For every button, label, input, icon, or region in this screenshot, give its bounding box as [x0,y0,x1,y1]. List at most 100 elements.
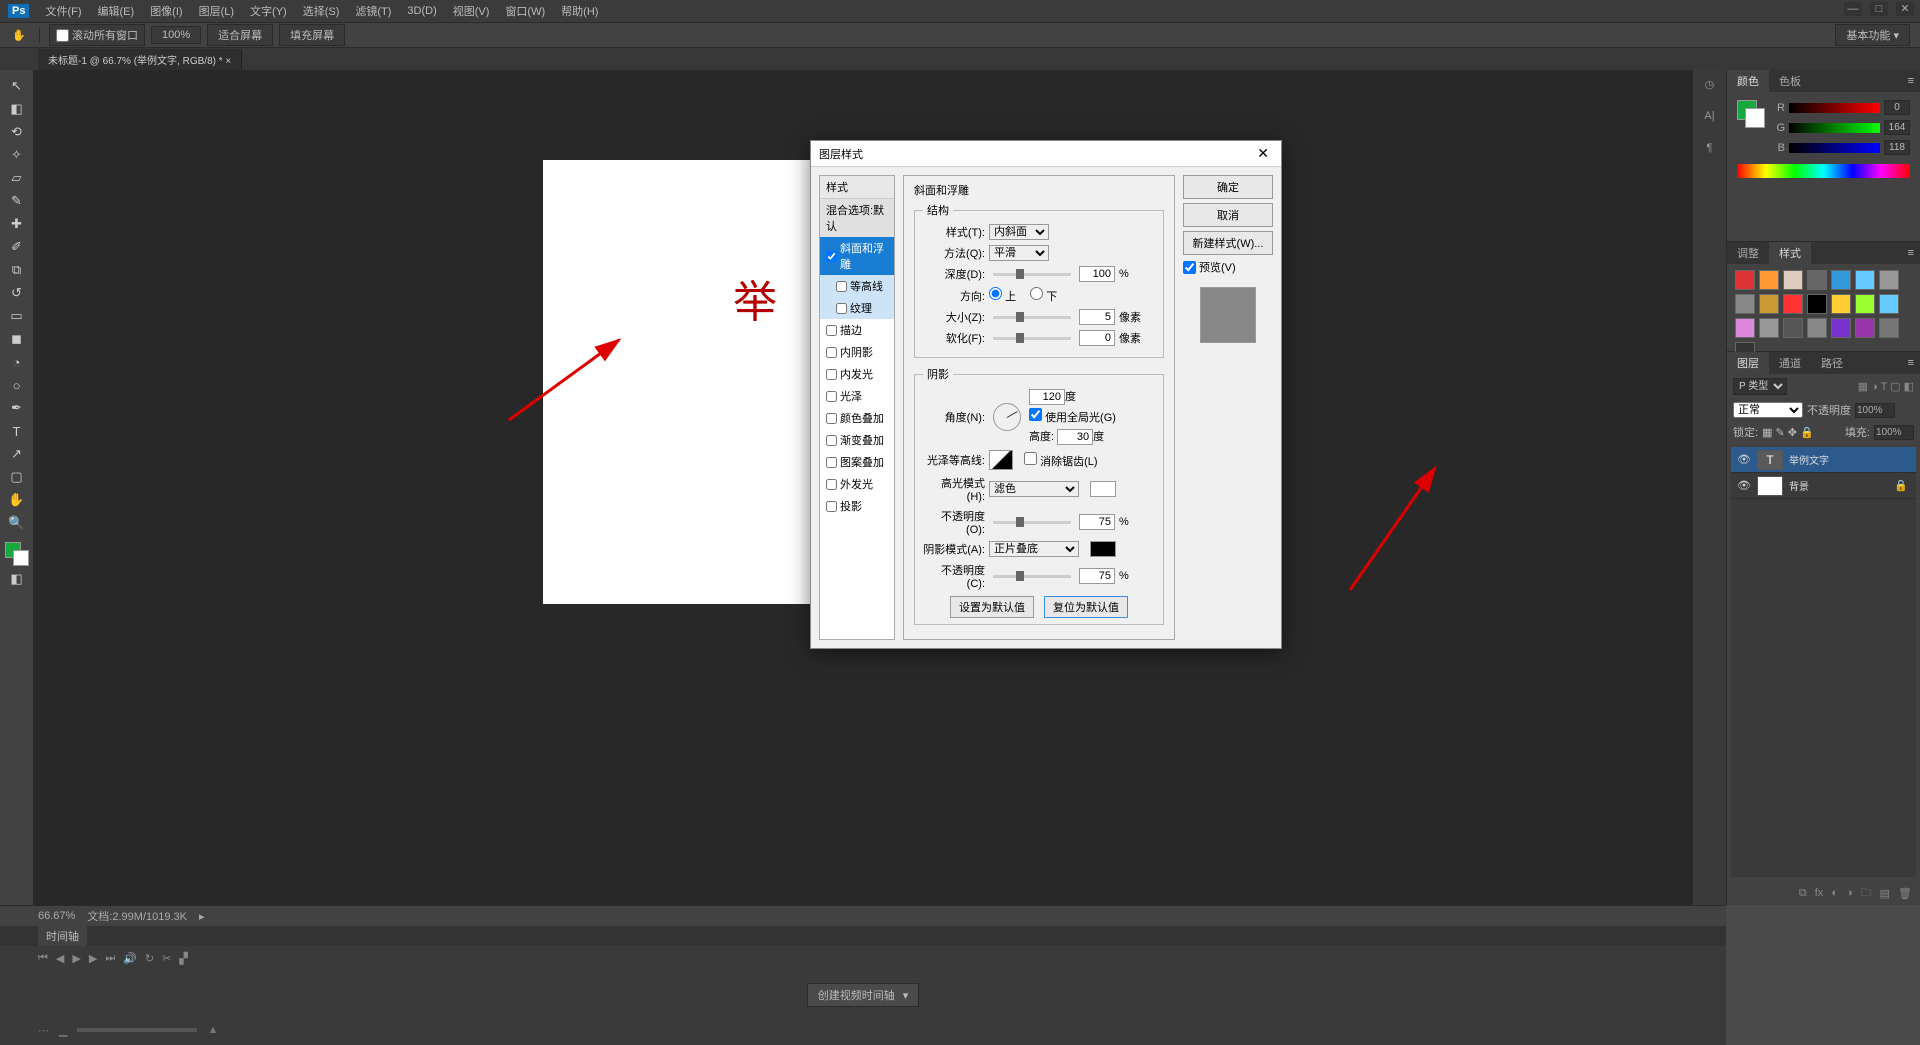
style-swatch[interactable] [1855,294,1875,314]
tab-layers[interactable]: 图层 [1727,352,1769,374]
visibility-icon[interactable]: 👁 [1737,479,1751,492]
character-panel-icon[interactable]: A| [1699,110,1721,132]
maximize-icon[interactable]: □ [1870,2,1888,16]
opacity-input[interactable] [1855,403,1895,418]
transition-icon[interactable]: ▞ [179,952,187,965]
style-swatch[interactable] [1735,270,1755,290]
angle-input[interactable] [1029,389,1065,405]
soften-slider[interactable] [993,337,1071,340]
gradient-tool-icon[interactable]: ◼ [5,329,29,349]
fit-screen-button[interactable]: 适合屏幕 [207,24,273,46]
style-checkbox[interactable] [826,479,837,490]
hl-opacity-slider[interactable] [993,521,1071,524]
shadow-mode-select[interactable]: 正片叠底 [989,541,1079,557]
highlight-mode-select[interactable]: 滤色 [989,481,1079,497]
style-item[interactable]: 光泽 [820,385,894,407]
style-swatch[interactable] [1831,318,1851,338]
adjust-icon[interactable]: ◑ [1846,887,1853,899]
menu-edit[interactable]: 编辑(E) [90,0,143,22]
ok-button[interactable]: 确定 [1183,175,1273,199]
style-swatch[interactable] [1831,270,1851,290]
last-frame-icon[interactable]: ⏭ [105,952,115,965]
style-checkbox[interactable] [826,413,837,424]
style-checkbox[interactable] [836,303,847,314]
blur-tool-icon[interactable]: ◔ [5,352,29,372]
style-item[interactable]: 图案叠加 [820,451,894,473]
filter-icons[interactable]: ▦ ◑ T ▢ ◧ [1858,380,1914,393]
crop-tool-icon[interactable]: ▱ [5,168,29,188]
soften-input[interactable] [1079,330,1115,346]
tab-adjust[interactable]: 调整 [1727,242,1769,264]
style-swatch[interactable] [1783,270,1803,290]
menu-filter[interactable]: 滤镜(T) [347,0,399,22]
fill-screen-button[interactable]: 填充屏幕 [279,24,345,46]
tab-timeline[interactable]: 时间轴 [38,926,87,946]
angle-widget[interactable] [993,403,1021,431]
depth-input[interactable] [1079,266,1115,282]
menu-3d[interactable]: 3D(D) [399,2,444,20]
altitude-input[interactable] [1057,429,1093,445]
layer-item-text[interactable]: 👁 T 举例文字 [1731,447,1916,473]
style-swatch[interactable] [1807,270,1827,290]
zoom-tool-icon[interactable]: 🔍 [5,513,29,533]
method-select[interactable]: 平滑 [989,245,1049,261]
style-checkbox[interactable] [826,435,837,446]
style-item[interactable]: 外发光 [820,473,894,495]
zoom-100-button[interactable]: 100% [151,26,201,44]
style-swatch[interactable] [1879,270,1899,290]
wand-tool-icon[interactable]: ✧ [5,145,29,165]
style-swatch[interactable] [1783,294,1803,314]
layer-filter-select[interactable]: P 类型 [1733,378,1787,395]
move-tool-icon[interactable]: ↖ [5,76,29,96]
blend-mode-select[interactable]: 正常 [1733,402,1803,418]
style-select[interactable]: 内斜面 [989,224,1049,240]
dodge-tool-icon[interactable]: ○ [5,375,29,395]
style-item[interactable]: 等高线 [820,275,894,297]
tab-swatches[interactable]: 色板 [1769,70,1811,92]
highlight-color[interactable] [1090,481,1116,497]
style-swatch[interactable] [1735,294,1755,314]
fill-input[interactable] [1874,425,1914,440]
style-swatch[interactable] [1807,318,1827,338]
style-swatch[interactable] [1855,270,1875,290]
style-item[interactable]: 内发光 [820,363,894,385]
depth-slider[interactable] [993,273,1071,276]
g-value[interactable]: 164 [1884,120,1910,135]
style-checkbox[interactable] [826,251,837,262]
minimize-icon[interactable]: — [1844,2,1862,16]
preview-checkbox[interactable]: 预览(V) [1183,259,1273,275]
loop-icon[interactable]: ↻ [145,952,154,965]
tl-options-icon[interactable]: ⋯ [38,1024,49,1037]
scissors-icon[interactable]: ✂ [162,952,171,965]
tab-channels[interactable]: 通道 [1769,352,1811,374]
first-frame-icon[interactable]: ⏮ [38,952,48,965]
style-checkbox[interactable] [826,457,837,468]
b-slider[interactable] [1789,143,1880,153]
panel-menu-icon[interactable]: ≡ [1902,357,1920,369]
style-swatch[interactable] [1759,270,1779,290]
panel-menu-icon[interactable]: ≡ [1902,247,1920,259]
lasso-tool-icon[interactable]: ⟲ [5,122,29,142]
size-slider[interactable] [993,316,1071,319]
next-frame-icon[interactable]: ▶ [89,952,97,965]
g-slider[interactable] [1789,123,1880,133]
tab-styles[interactable]: 样式 [1769,242,1811,264]
style-swatch[interactable] [1831,294,1851,314]
dir-down-radio[interactable]: 下 [1030,287,1057,304]
style-item[interactable]: 纹理 [820,297,894,319]
audio-icon[interactable]: 🔊 [123,952,137,965]
style-checkbox[interactable] [826,391,837,402]
doc-size[interactable]: 文档:2.99M/1019.3K [87,908,187,924]
reset-default-button[interactable]: 复位为默认值 [1044,596,1128,618]
contour-picker[interactable] [989,450,1013,470]
layer-name[interactable]: 背景 [1789,478,1809,493]
style-swatch[interactable] [1807,294,1827,314]
close-icon[interactable]: ✕ [1253,145,1273,162]
paragraph-panel-icon[interactable]: ¶ [1699,142,1721,164]
type-tool-icon[interactable]: T [5,421,29,441]
lock-icons[interactable]: ▦ ✎ ✥ 🔒 [1762,426,1814,439]
group-icon[interactable]: 🗀 [1861,884,1872,903]
layer-name[interactable]: 举例文字 [1789,452,1829,467]
fx-icon[interactable]: fx [1815,887,1824,899]
menu-help[interactable]: 帮助(H) [553,0,606,22]
